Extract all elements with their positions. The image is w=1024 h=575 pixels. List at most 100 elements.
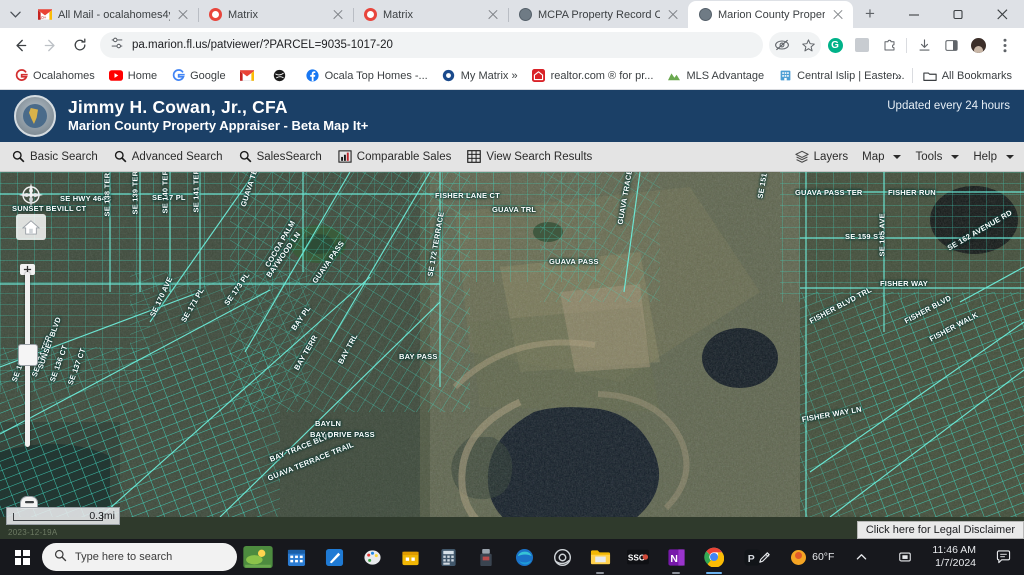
extensions-puzzle-icon[interactable] xyxy=(876,32,902,58)
bookmark-globe[interactable] xyxy=(267,66,298,86)
basic-search-button[interactable]: Basic Search xyxy=(12,150,98,163)
all-bookmarks-button[interactable]: All Bookmarks xyxy=(917,66,1018,86)
tab-matrix-1[interactable]: Matrix xyxy=(198,1,354,28)
tab-marion-county-property-appraiser[interactable]: Marion County Property Ap xyxy=(688,1,853,28)
gmail-icon: 10+ xyxy=(38,8,52,22)
bookmark-star-icon[interactable] xyxy=(795,32,821,58)
usb-drive-icon[interactable] xyxy=(469,540,503,574)
show-hidden-icons-chevron[interactable] xyxy=(844,540,878,574)
profile-avatar-icon[interactable] xyxy=(965,32,991,58)
file-explorer-icon[interactable] xyxy=(583,540,617,574)
tools-menu[interactable]: Tools xyxy=(915,151,960,163)
temperature-label: 60°F xyxy=(812,551,835,563)
extension-icon[interactable] xyxy=(849,32,875,58)
bookmark-label: Home xyxy=(127,69,158,82)
bookmark-my-matrix[interactable]: My Matrix » xyxy=(436,66,524,86)
compass-rose-icon[interactable] xyxy=(18,182,44,208)
layers-button[interactable]: Layers xyxy=(794,150,848,164)
network-icon[interactable] xyxy=(888,540,922,574)
forward-button[interactable] xyxy=(36,31,64,59)
tab-mcpa-property-record-card[interactable]: MCPA Property Record Card xyxy=(508,1,689,28)
realtor-icon xyxy=(532,69,546,83)
bookmarks-overflow-button[interactable]: » xyxy=(889,66,908,86)
help-menu[interactable]: Help xyxy=(973,151,1014,163)
notification-chat-icon[interactable] xyxy=(986,540,1020,574)
street-label: GUAVA TRL xyxy=(492,205,537,214)
taskbar-clock[interactable]: 11:46 AM 1/7/2024 xyxy=(932,544,976,570)
street-label: GUAVA PASS xyxy=(549,257,599,266)
close-icon[interactable] xyxy=(331,8,345,22)
mls-icon xyxy=(667,69,681,83)
chevron-down-icon xyxy=(951,154,960,159)
url-text: pa.marion.fl.us/patviewer/?PARCEL=9035-1… xyxy=(132,39,393,51)
sales-search-button[interactable]: SalesSearch xyxy=(239,150,322,163)
bookmark-gmail[interactable] xyxy=(234,66,265,86)
pen-input-icon[interactable]: A xyxy=(747,540,781,574)
paint-icon[interactable] xyxy=(355,540,389,574)
help-menu-label: Help xyxy=(973,150,997,163)
bookmark-label: realtor.com ® for pr... xyxy=(550,69,654,82)
snipping-tool-icon[interactable] xyxy=(317,540,351,574)
bookmark-realtor[interactable]: realtor.com ® for pr... xyxy=(526,66,660,86)
tab-search-button[interactable] xyxy=(2,2,28,26)
widgets-weather-icon[interactable] xyxy=(241,540,275,574)
sso-app-icon[interactable]: SSO xyxy=(621,540,655,574)
bookmark-ocala-top-homes[interactable]: Ocala Top Homes -... xyxy=(300,66,434,86)
close-icon[interactable] xyxy=(666,8,680,22)
map-menu[interactable]: Map xyxy=(862,150,902,163)
tab-title: Matrix xyxy=(383,8,413,21)
advanced-search-button[interactable]: Advanced Search xyxy=(114,150,223,163)
tracking-protection-icon[interactable] xyxy=(769,32,795,58)
close-icon[interactable] xyxy=(486,8,500,22)
microsoft-edge-icon[interactable] xyxy=(507,540,541,574)
onenote-icon[interactable]: N xyxy=(659,540,693,574)
map-viewport[interactable]: SE HWY 464C SE 17 PL SE 138 TER SE 139 TER S… xyxy=(0,172,1024,539)
calendar-icon[interactable] xyxy=(279,540,313,574)
gmail-icon xyxy=(239,69,254,83)
home-extent-button[interactable] xyxy=(16,214,46,240)
partly-sunny-icon xyxy=(791,549,807,565)
back-button[interactable] xyxy=(6,31,34,59)
view-search-results-button[interactable]: View Search Results xyxy=(467,150,592,163)
search-icon xyxy=(239,150,252,163)
street-label: FISHER WAY xyxy=(880,279,928,288)
grammarly-extension-icon[interactable]: G xyxy=(822,32,848,58)
google-chrome-icon[interactable] xyxy=(697,540,731,574)
bookmark-label: Ocala Top Homes -... xyxy=(324,69,428,82)
url-input[interactable]: pa.marion.fl.us/patviewer/?PARCEL=9035-1… xyxy=(100,32,763,58)
cortana-icon[interactable] xyxy=(545,540,579,574)
zoom-slider-handle[interactable] xyxy=(18,344,38,366)
omnibox-icons: G xyxy=(765,32,1018,58)
site-settings-icon[interactable] xyxy=(110,36,124,55)
downloads-icon[interactable] xyxy=(911,32,937,58)
basic-search-label: Basic Search xyxy=(30,150,98,163)
tab-all-mail[interactable]: 10+ All Mail - ocalahomes4you xyxy=(28,1,199,28)
close-icon[interactable] xyxy=(831,8,845,22)
close-icon[interactable] xyxy=(176,8,190,22)
windows-start-button[interactable] xyxy=(6,541,38,573)
taskbar-search-input[interactable]: Type here to search xyxy=(42,543,237,571)
street-label: BAY PASS xyxy=(399,352,438,361)
taskbar-weather[interactable]: 60°F xyxy=(791,549,835,565)
bookmark-google[interactable]: Google xyxy=(165,66,231,86)
minimize-button[interactable] xyxy=(892,0,936,28)
youtube-icon xyxy=(108,69,123,83)
bookmark-home[interactable]: Home xyxy=(103,66,163,86)
map-menu-label: Map xyxy=(862,150,885,163)
bookmarks-bar: Ocalahomes Home Google Ocala Top Homes -… xyxy=(0,62,1024,90)
chrome-menu-icon[interactable] xyxy=(992,32,1018,58)
legal-disclaimer-link[interactable]: Click here for Legal Disclaimer xyxy=(856,521,1024,539)
tab-matrix-2[interactable]: Matrix xyxy=(353,1,509,28)
microsoft-store-icon[interactable] xyxy=(393,540,427,574)
maximize-button[interactable] xyxy=(936,0,980,28)
address-bar: pa.marion.fl.us/patviewer/?PARCEL=9035-1… xyxy=(0,28,1024,62)
bookmark-mls-advantage[interactable]: MLS Advantage xyxy=(661,66,770,86)
new-tab-button[interactable]: + xyxy=(857,1,883,27)
bookmark-ocalahomes[interactable]: Ocalahomes xyxy=(8,66,101,86)
calculator-icon[interactable] xyxy=(431,540,465,574)
street-label: SE 139 TER xyxy=(130,172,140,215)
comparable-sales-button[interactable]: Comparable Sales xyxy=(338,150,451,163)
close-button[interactable] xyxy=(980,0,1024,28)
reload-button[interactable] xyxy=(66,31,94,59)
side-panel-icon[interactable] xyxy=(938,32,964,58)
